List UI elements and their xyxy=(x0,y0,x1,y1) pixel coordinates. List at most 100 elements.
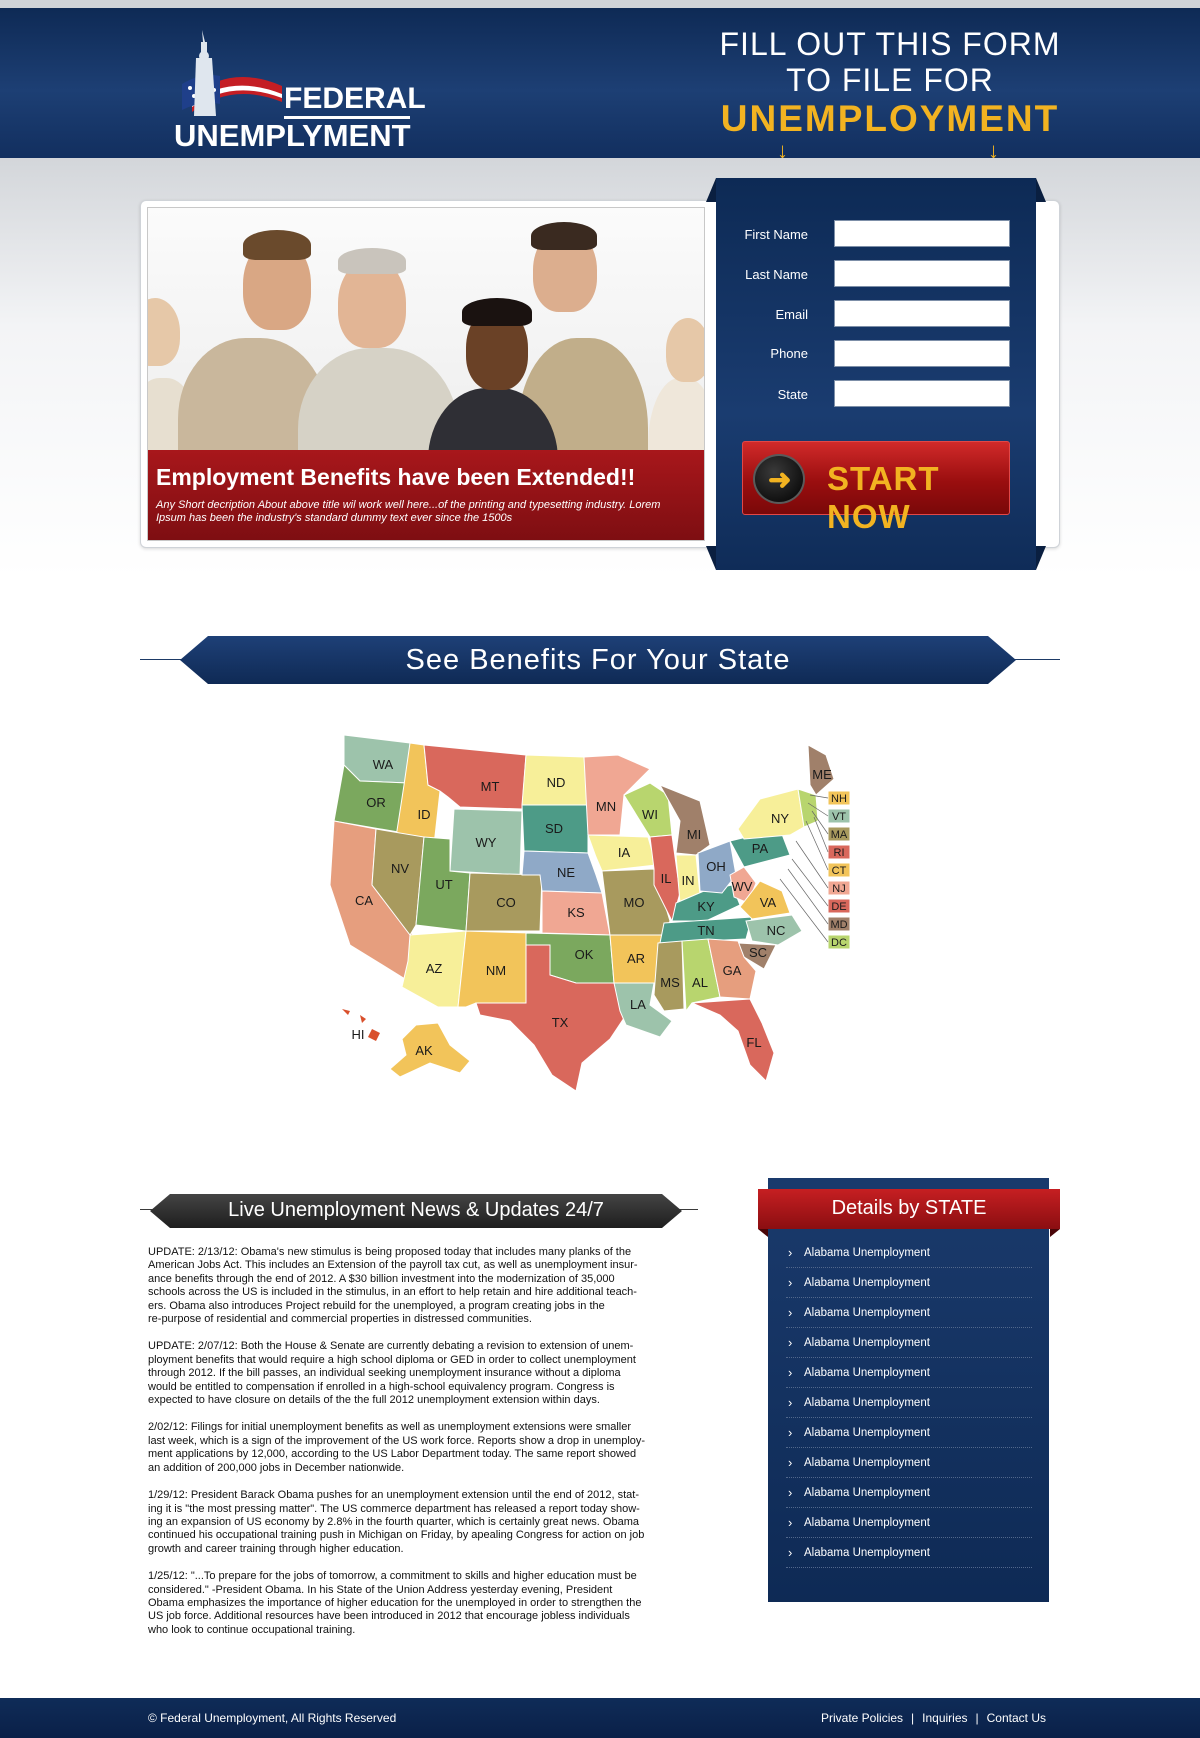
svg-text:NV: NV xyxy=(391,861,409,876)
chevron-right-icon: › xyxy=(788,1485,793,1500)
state-label: State xyxy=(777,387,808,402)
start-button-circle: ➜ xyxy=(753,454,805,504)
state-nm[interactable]: NM xyxy=(457,930,531,1008)
hero-caption-title: Employment Benefits have been Extended!! xyxy=(156,464,636,490)
state-link[interactable]: › Alabama Unemployment xyxy=(786,1358,1032,1388)
small-state-ma[interactable]: MA xyxy=(827,826,851,842)
logo-text-federal: FEDERAL xyxy=(284,82,426,115)
chevron-right-icon: › xyxy=(788,1245,793,1260)
svg-text:MS: MS xyxy=(660,975,680,990)
svg-text:OH: OH xyxy=(706,859,726,874)
hero-caption-text: Any Short decription About above title w… xyxy=(156,499,661,524)
svg-text:NJ: NJ xyxy=(832,883,845,895)
news-item: UPDATE: 2/13/12: Obama's new stimulus is… xyxy=(148,1246,638,1326)
news-list: UPDATE: 2/13/12: Obama's new stimulus is… xyxy=(148,1246,704,1651)
footer-separator: | xyxy=(975,1711,979,1725)
svg-text:VT: VT xyxy=(832,811,846,823)
small-state-de[interactable]: DE xyxy=(827,898,851,914)
svg-text:TN: TN xyxy=(697,923,714,938)
state-ks[interactable]: KS xyxy=(541,890,611,936)
news-item: 1/25/12: "...To prepare for the jobs of … xyxy=(148,1570,642,1636)
state-link[interactable]: › Alabama Unemployment xyxy=(786,1478,1032,1508)
phone-field[interactable] xyxy=(834,340,1010,367)
state-link[interactable]: › Alabama Unemployment xyxy=(786,1268,1032,1298)
svg-text:ME: ME xyxy=(812,767,832,782)
us-state-map[interactable]: WA OR CA ID NV MT WY UT AZ CO NM ND SD N… xyxy=(320,725,920,1125)
state-fl[interactable]: FL xyxy=(691,998,775,1082)
state-link-label: Alabama Unemployment xyxy=(804,1396,930,1409)
state-link[interactable]: › Alabama Unemployment xyxy=(786,1238,1032,1268)
svg-text:NM: NM xyxy=(486,963,506,978)
arrow-right-icon: ➜ xyxy=(768,464,792,495)
state-me[interactable]: ME xyxy=(807,744,835,796)
state-nd[interactable]: ND xyxy=(521,754,589,806)
state-link[interactable]: › Alabama Unemployment xyxy=(786,1298,1032,1328)
svg-text:PA: PA xyxy=(752,841,769,856)
state-link[interactable]: › Alabama Unemployment xyxy=(786,1418,1032,1448)
news-item: 2/02/12: Filings for initial unemploymen… xyxy=(148,1421,646,1474)
first-name-label: First Name xyxy=(744,227,808,242)
news-item: UPDATE: 2/07/12: Both the House & Senate… xyxy=(148,1340,636,1407)
chevron-right-icon: › xyxy=(788,1365,793,1380)
state-field[interactable] xyxy=(834,380,1010,407)
svg-text:IA: IA xyxy=(618,845,631,860)
state-ms[interactable]: MS xyxy=(653,940,685,1012)
state-link[interactable]: › Alabama Unemployment xyxy=(786,1388,1032,1418)
small-state-md[interactable]: MD xyxy=(827,916,851,932)
logo[interactable]: FEDERAL UNEMPLYMENT xyxy=(172,24,426,153)
email-field[interactable] xyxy=(834,300,1010,327)
phone-label: Phone xyxy=(770,346,808,361)
first-name-field[interactable] xyxy=(834,220,1010,247)
headline-line-1: FILL OUT THIS FORM xyxy=(719,26,1061,62)
svg-text:MA: MA xyxy=(831,829,848,841)
svg-text:IL: IL xyxy=(661,871,672,886)
copyright-text: © Federal Unemployment, All Rights Reser… xyxy=(148,1711,397,1725)
svg-text:SD: SD xyxy=(545,821,563,836)
svg-text:KY: KY xyxy=(697,899,715,914)
state-ak[interactable]: AK xyxy=(389,1022,471,1078)
state-hi[interactable]: HI xyxy=(342,1009,380,1042)
small-state-nj[interactable]: NJ xyxy=(827,880,851,896)
state-link[interactable]: › Alabama Unemployment xyxy=(786,1448,1032,1478)
footer-link-contact-us[interactable]: Contact Us xyxy=(987,1711,1046,1725)
small-state-ct[interactable]: CT xyxy=(827,862,851,878)
svg-text:HI: HI xyxy=(352,1027,365,1042)
svg-text:AK: AK xyxy=(415,1043,433,1058)
svg-text:WA: WA xyxy=(373,757,394,772)
state-ia[interactable]: IA xyxy=(587,834,657,872)
svg-text:NE: NE xyxy=(557,865,575,880)
footer-link-private-policies[interactable]: Private Policies xyxy=(821,1711,903,1725)
last-name-field[interactable] xyxy=(834,260,1010,287)
state-ny[interactable]: NY xyxy=(737,788,805,840)
state-link[interactable]: › Alabama Unemployment xyxy=(786,1508,1032,1538)
form-notch-bottom-left xyxy=(706,546,716,570)
state-link-label: Alabama Unemployment xyxy=(804,1366,930,1379)
state-link[interactable]: › Alabama Unemployment xyxy=(786,1328,1032,1358)
state-link-label: Alabama Unemployment xyxy=(804,1426,930,1439)
svg-text:OK: OK xyxy=(575,947,594,962)
small-state-vt[interactable]: VT xyxy=(827,808,851,824)
footer-link-inquiries[interactable]: Inquiries xyxy=(922,1711,967,1725)
chevron-right-icon: › xyxy=(788,1515,793,1530)
details-title: Details by STATE xyxy=(831,1197,987,1219)
small-state-dc[interactable]: DC xyxy=(827,934,851,950)
start-now-button[interactable]: ➜ START NOW xyxy=(742,441,1010,535)
state-co[interactable]: CO xyxy=(465,872,543,932)
svg-text:OR: OR xyxy=(366,795,386,810)
state-link[interactable]: › Alabama Unemployment xyxy=(786,1538,1032,1568)
state-sd[interactable]: SD xyxy=(521,804,589,854)
small-state-nh[interactable]: NH xyxy=(827,790,851,806)
footer-links: Private Policies | Inquiries | Contact U… xyxy=(821,1711,1046,1725)
benefits-title: See Benefits For Your State xyxy=(405,644,791,676)
chevron-right-icon: › xyxy=(788,1455,793,1470)
state-wy[interactable]: WY xyxy=(449,808,523,876)
svg-text:RI: RI xyxy=(834,847,845,859)
email-label: Email xyxy=(775,307,808,322)
state-nc[interactable]: NC xyxy=(745,914,803,946)
headline-unemployment: UNEMPLOYMENT xyxy=(720,98,1060,139)
state-link-label: Alabama Unemployment xyxy=(804,1486,930,1499)
small-state-ri[interactable]: RI xyxy=(827,844,851,860)
svg-text:UT: UT xyxy=(435,877,452,892)
state-az[interactable]: AZ xyxy=(401,930,467,1008)
svg-text:IN: IN xyxy=(682,873,695,888)
